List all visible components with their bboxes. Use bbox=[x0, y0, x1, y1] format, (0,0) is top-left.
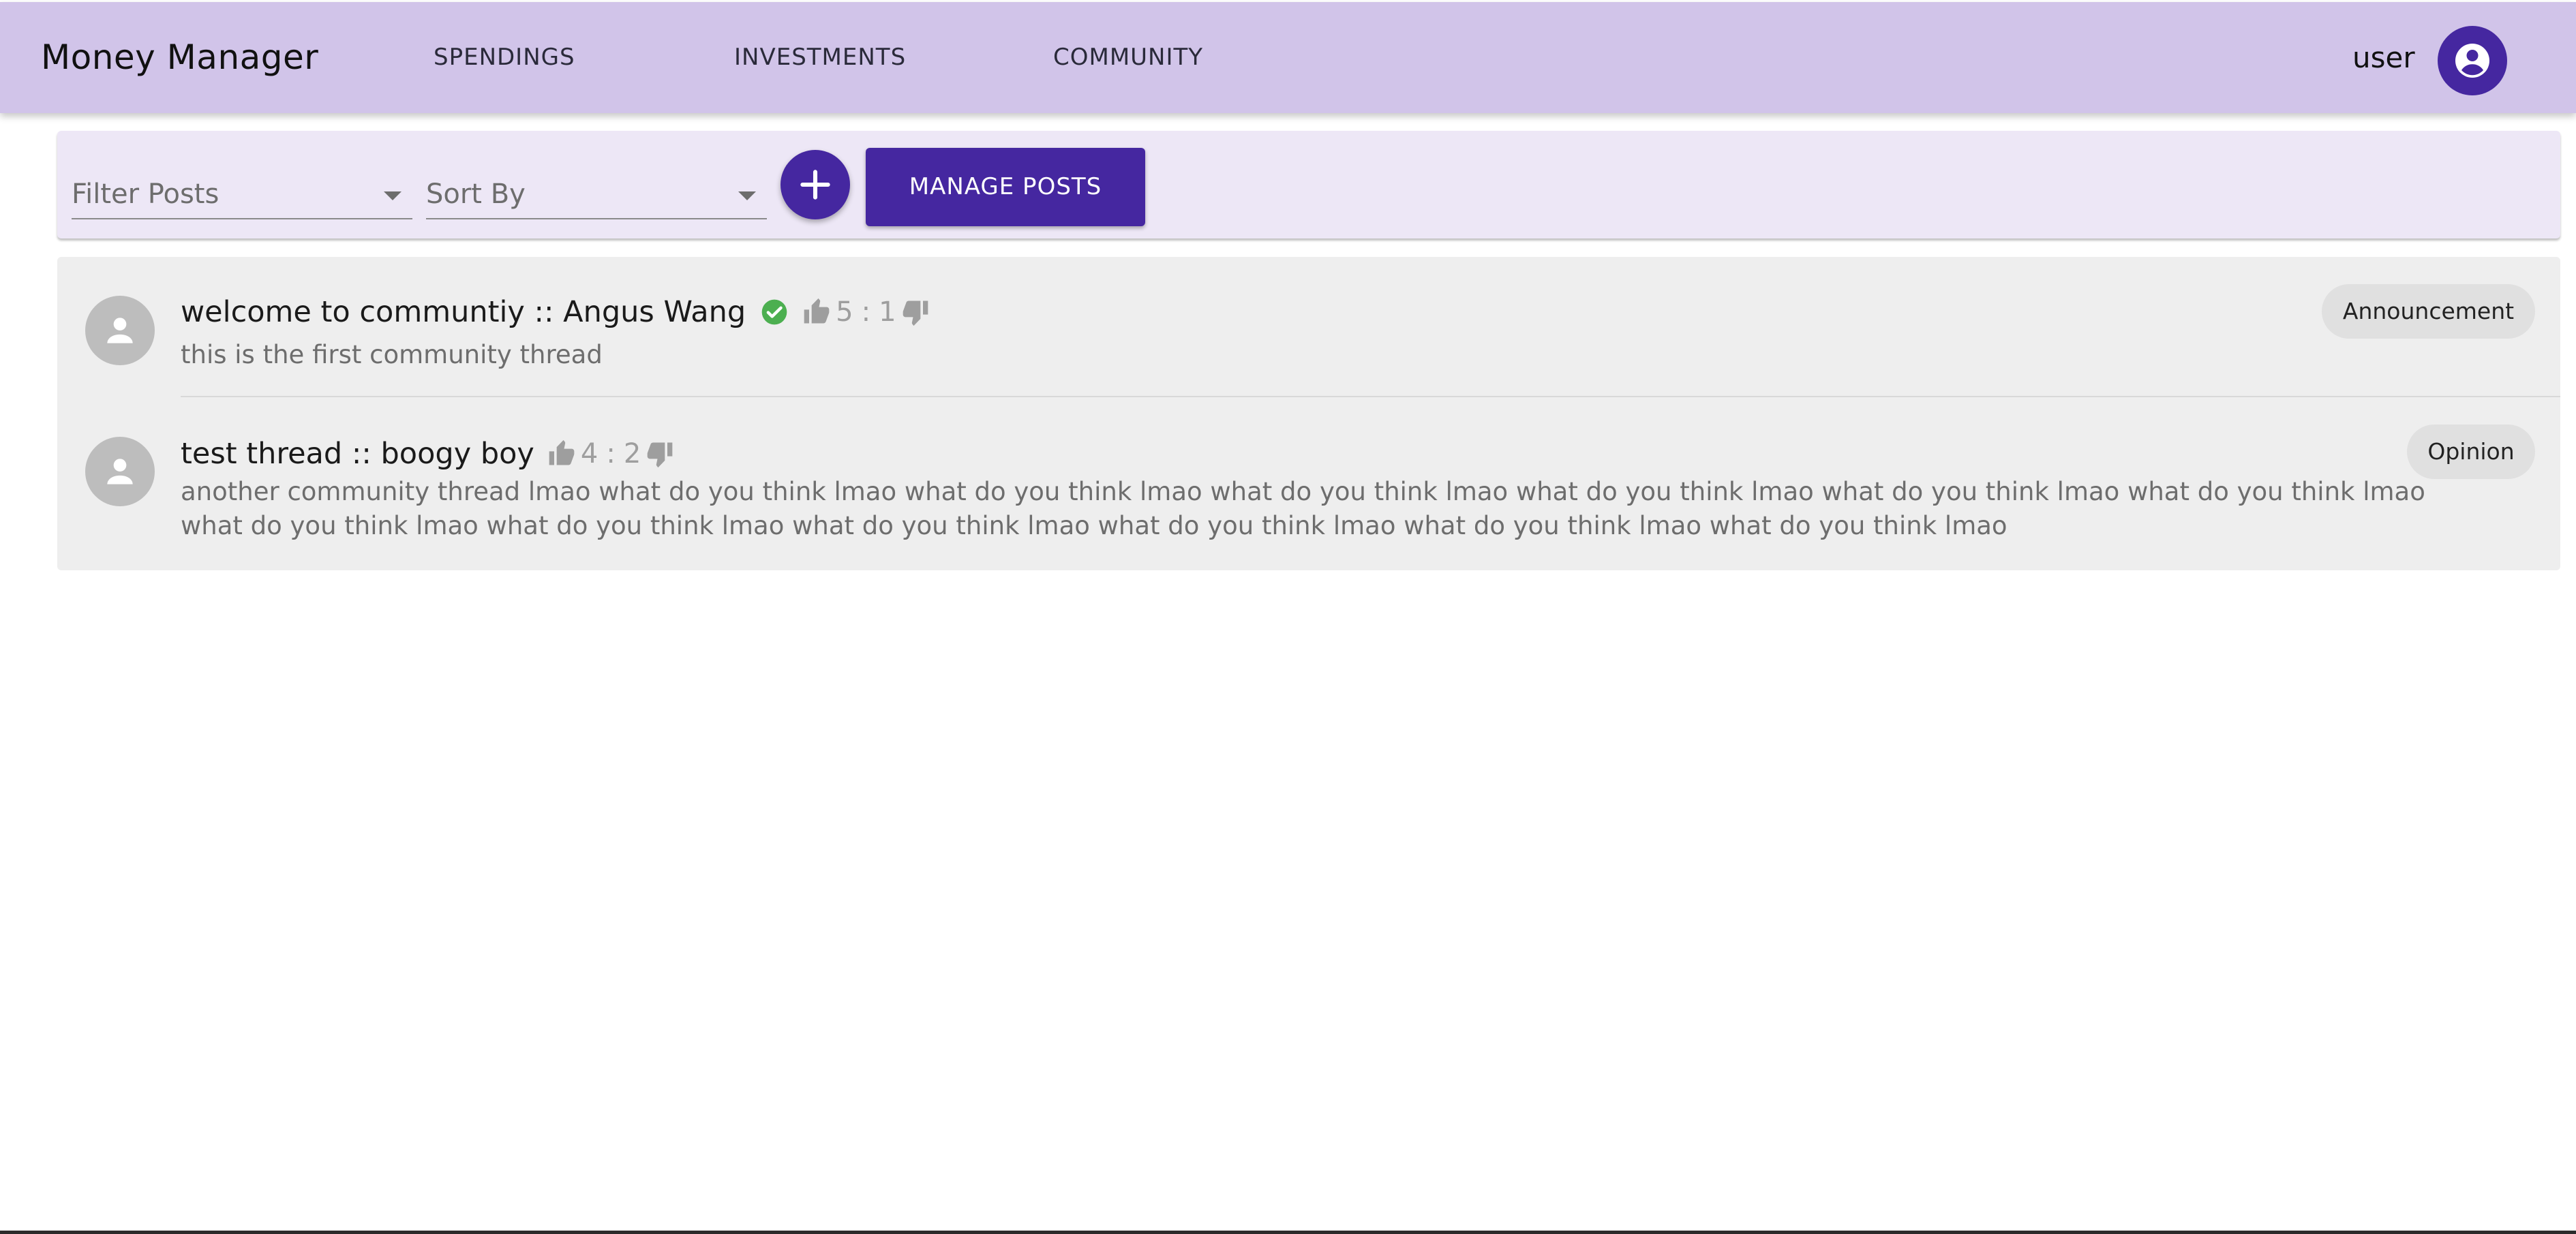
dislikes-count: 1 bbox=[879, 296, 896, 328]
filter-posts-label: Filter Posts bbox=[72, 179, 219, 210]
post-header: test thread :: boogy boy 4 : 2 bbox=[181, 437, 675, 471]
divider bbox=[181, 396, 2560, 397]
dropdown-arrow-icon bbox=[384, 191, 401, 200]
likes-count: 5 bbox=[836, 296, 853, 328]
post-body: this is the first community thread bbox=[181, 340, 603, 369]
filter-posts-select[interactable]: Filter Posts bbox=[72, 169, 412, 219]
vote-counter: 5 : 1 bbox=[802, 296, 930, 328]
dropdown-arrow-icon bbox=[738, 191, 756, 200]
post-tag-chip[interactable]: Announcement bbox=[2322, 284, 2535, 339]
window-bottom-edge bbox=[0, 1231, 2576, 1234]
thumb-up-icon[interactable] bbox=[802, 297, 832, 327]
plus-icon bbox=[800, 170, 830, 200]
nav-investments[interactable]: INVESTMENTS bbox=[734, 2, 906, 113]
sort-by-select[interactable]: Sort By bbox=[426, 169, 767, 219]
post-title[interactable]: test thread :: boogy boy bbox=[181, 437, 534, 471]
vote-separator: : bbox=[606, 438, 616, 469]
likes-count: 4 bbox=[580, 438, 598, 469]
username-label: user bbox=[2352, 41, 2415, 74]
sort-by-label: Sort By bbox=[426, 179, 526, 210]
post-title[interactable]: welcome to communtiy :: Angus Wang bbox=[181, 295, 746, 329]
posts-toolbar: Filter Posts Sort By MANAGE POSTS bbox=[57, 131, 2560, 238]
thumb-down-icon[interactable] bbox=[900, 297, 930, 327]
nav-spendings[interactable]: SPENDINGS bbox=[434, 2, 575, 113]
nav-community[interactable]: COMMUNITY bbox=[1053, 2, 1203, 113]
app-title[interactable]: Money Manager bbox=[41, 2, 318, 113]
account-button[interactable] bbox=[2438, 26, 2507, 95]
manage-posts-button[interactable]: MANAGE POSTS bbox=[866, 148, 1145, 226]
list-item[interactable]: test thread :: boogy boy 4 : 2 another c… bbox=[57, 398, 2560, 570]
avatar bbox=[85, 437, 155, 506]
add-post-button[interactable] bbox=[781, 150, 850, 219]
app-bar: Money Manager SPENDINGS INVESTMENTS COMM… bbox=[0, 2, 2576, 113]
list-item[interactable]: welcome to communtiy :: Angus Wang 5 : 1 bbox=[57, 257, 2560, 397]
verified-check-icon bbox=[759, 297, 789, 327]
thumb-down-icon[interactable] bbox=[645, 439, 675, 469]
post-tag-chip[interactable]: Opinion bbox=[2407, 425, 2535, 479]
post-body: another community thread lmao what do yo… bbox=[181, 477, 2425, 540]
vote-counter: 4 : 2 bbox=[547, 438, 675, 469]
post-header: welcome to communtiy :: Angus Wang 5 : 1 bbox=[181, 295, 930, 329]
person-icon bbox=[107, 318, 133, 343]
vote-separator: : bbox=[861, 296, 871, 328]
avatar bbox=[85, 296, 155, 365]
dislikes-count: 2 bbox=[623, 438, 641, 469]
person-icon bbox=[107, 459, 133, 484]
account-circle-icon bbox=[2455, 44, 2489, 78]
thumb-up-icon[interactable] bbox=[547, 439, 577, 469]
posts-list: welcome to communtiy :: Angus Wang 5 : 1 bbox=[57, 257, 2560, 570]
